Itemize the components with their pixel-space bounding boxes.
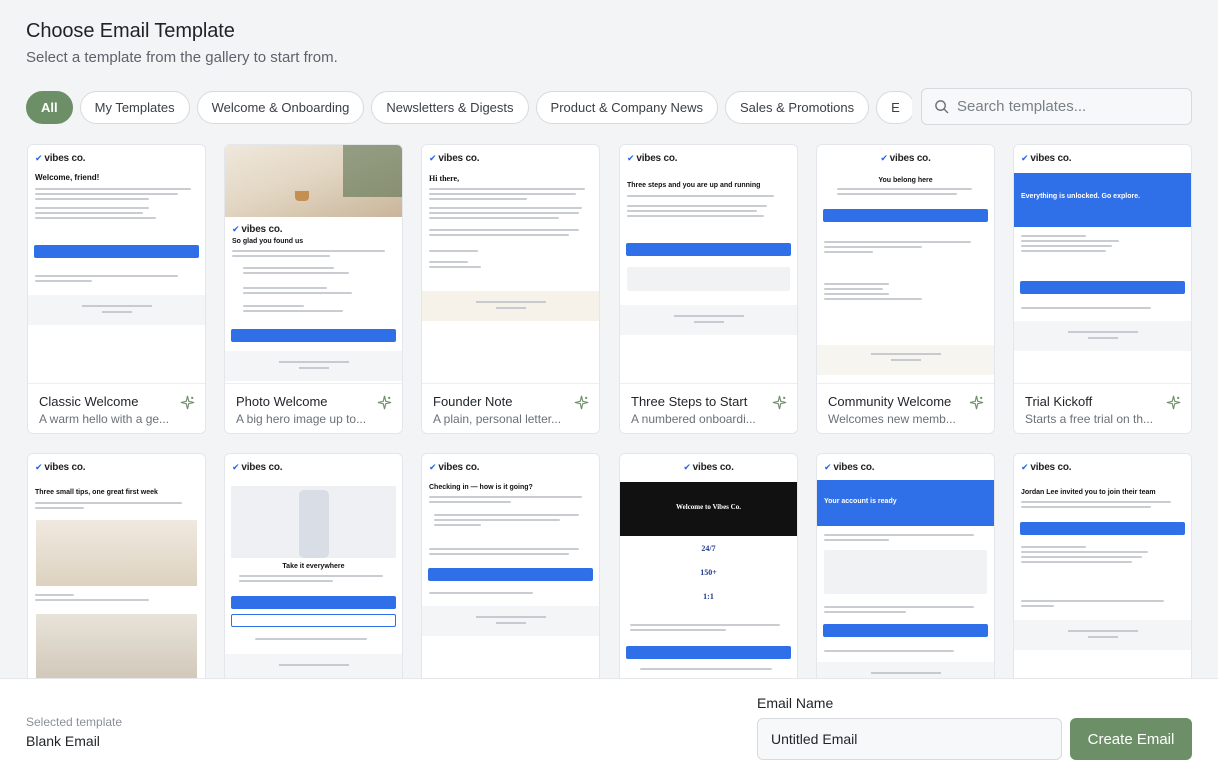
template-name: Community Welcome	[828, 394, 952, 409]
dialog-subtitle: Select a template from the gallery to st…	[26, 49, 338, 66]
filter-chip-sales-promotions[interactable]: Sales & Promotions	[724, 91, 870, 124]
template-description: A numbered onboardi...	[631, 412, 756, 426]
template-preview: ✔ vibes co. Checking in — how is it going…	[422, 454, 599, 678]
brand-logo: vibes co.	[44, 153, 86, 164]
preview-heading: Everything is unlocked. Go explore.	[1021, 193, 1141, 200]
create-email-button[interactable]: Create Email	[1070, 718, 1192, 760]
template-card-activation[interactable]: ✔ vibes co. Your account is ready	[816, 453, 995, 678]
template-card-team-invite[interactable]: ✔ vibes co. Jordan Lee invited you to joi…	[1013, 453, 1192, 678]
template-description: A big hero image up to...	[236, 412, 367, 426]
template-card-mobile-app[interactable]: ✔ vibes co. Take it everywhere	[224, 453, 403, 678]
email-name-label: Email Name	[757, 695, 834, 711]
dialog-title: Choose Email Template	[26, 20, 235, 42]
category-filter-bar: All My Templates Welcome & Onboarding Ne…	[26, 91, 912, 124]
filter-chip-newsletters-digests[interactable]: Newsletters & Digests	[371, 91, 529, 124]
template-preview: ✔ vibes co. Hi there,	[422, 145, 599, 383]
template-card-membership[interactable]: ✔ vibes co. Welcome to Vibes Co. 24/7 150…	[619, 453, 798, 678]
template-name: Founder Note	[433, 394, 513, 409]
preview-heading: Welcome to Vibes Co.	[676, 503, 741, 511]
template-card-three-steps[interactable]: ✔ vibes co. Three steps and you are up an…	[619, 144, 798, 434]
template-name: Trial Kickoff	[1025, 394, 1093, 409]
search-icon	[935, 100, 949, 114]
template-search[interactable]	[921, 88, 1192, 125]
template-name: Photo Welcome	[236, 394, 328, 409]
filter-chip-my-templates[interactable]: My Templates	[79, 91, 190, 124]
template-preview: ✔ vibes co. Jordan Lee invited you to joi…	[1014, 454, 1191, 678]
sparkle-icon	[574, 395, 589, 410]
sparkle-icon	[377, 395, 392, 410]
filter-chip-welcome-onboarding[interactable]: Welcome & Onboarding	[196, 91, 365, 124]
filter-chip-all[interactable]: All	[26, 91, 73, 124]
template-preview: ✔ vibes co. Three small tips, one great f…	[28, 454, 205, 678]
preview-heading: You belong here	[878, 177, 933, 184]
template-gallery[interactable]: ✔ vibes co. Welcome, friend! Classic Welc…	[0, 144, 1218, 678]
template-card-check-in[interactable]: ✔ vibes co. Checking in — how is it going…	[421, 453, 600, 678]
sparkle-icon	[969, 395, 984, 410]
filter-chip-product-company-news[interactable]: Product & Company News	[535, 91, 718, 124]
template-description: Welcomes new memb...	[828, 412, 956, 426]
template-preview: ✔ vibes co. Three steps and you are up an…	[620, 145, 797, 383]
template-preview: ✔ vibes co. Welcome to Vibes Co. 24/7 150…	[620, 454, 797, 678]
sparkle-icon	[772, 395, 787, 410]
template-card-trial-kickoff[interactable]: ✔ vibes co. Everything is unlocked. Go ex…	[1013, 144, 1192, 434]
preview-heading: So glad you found us	[232, 238, 304, 245]
template-description: A warm hello with a ge...	[39, 412, 170, 426]
template-card-community-welcome[interactable]: ✔ vibes co. You belong here Community Wel…	[816, 144, 995, 434]
preview-heading: Checking in — how is it going?	[429, 484, 533, 491]
sparkle-icon	[180, 395, 195, 410]
sparkle-icon	[1166, 395, 1181, 410]
template-description: Starts a free trial on th...	[1025, 412, 1154, 426]
email-name-input[interactable]	[757, 718, 1062, 760]
template-preview: ✔ vibes co. Everything is unlocked. Go ex…	[1014, 145, 1191, 383]
template-preview: ✔ vibes co. So glad you found us	[225, 145, 402, 383]
template-card-classic-welcome[interactable]: ✔ vibes co. Welcome, friend! Classic Welc…	[27, 144, 206, 434]
template-preview: ✔ vibes co. You belong here	[817, 145, 994, 383]
template-card-photo-welcome[interactable]: ✔ vibes co. So glad you found us Photo We…	[224, 144, 403, 434]
preview-heading: Three small tips, one great first week	[35, 489, 158, 496]
template-card-founder-note[interactable]: ✔ vibes co. Hi there, Founder Note A plai…	[421, 144, 600, 434]
template-preview: ✔ vibes co. Welcome, friend!	[28, 145, 205, 383]
preview-heading: Take it everywhere	[282, 563, 345, 570]
dialog-header: Choose Email Template Select a template …	[0, 0, 1218, 144]
preview-stat: 24/7	[701, 544, 716, 553]
preview-heading: Three steps and you are up and running	[627, 182, 761, 189]
preview-heading: Your account is ready	[824, 498, 897, 505]
search-input[interactable]	[957, 98, 1177, 115]
selected-template-value: Blank Email	[26, 733, 100, 749]
preview-stat: 150+	[700, 568, 717, 577]
preview-stat: 1:1	[703, 592, 714, 601]
template-card-first-week-tips[interactable]: ✔ vibes co. Three small tips, one great f…	[27, 453, 206, 678]
selected-template-label: Selected template	[26, 715, 123, 729]
template-preview: ✔ vibes co. Take it everywhere	[225, 454, 402, 678]
filter-chip-truncated[interactable]: E	[876, 91, 912, 124]
preview-heading: Hi there,	[429, 174, 460, 183]
preview-heading: Jordan Lee invited you to join their tea…	[1021, 489, 1156, 496]
dialog-footer: Selected template Blank Email Email Name…	[0, 678, 1218, 772]
preview-heading: Welcome, friend!	[35, 173, 100, 182]
template-name: Classic Welcome	[39, 394, 139, 409]
template-description: A plain, personal letter...	[433, 412, 562, 426]
template-name: Three Steps to Start	[631, 394, 748, 409]
template-preview: ✔ vibes co. Your account is ready	[817, 454, 994, 678]
